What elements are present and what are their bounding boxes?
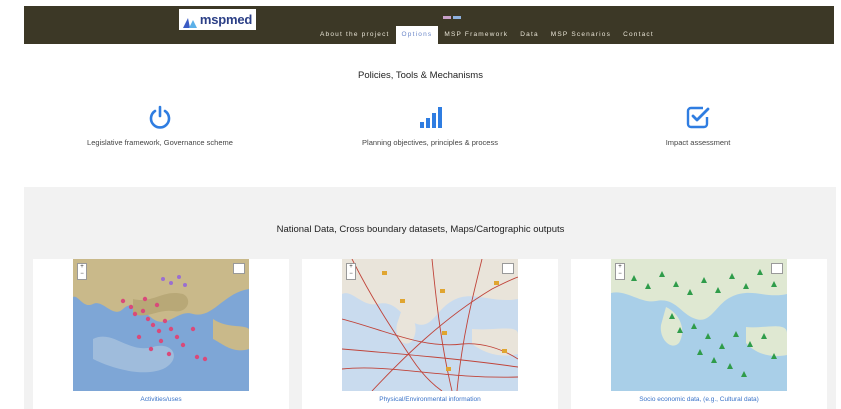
zoom-in-button[interactable]: + xyxy=(349,264,353,270)
tool-legislative[interactable]: Legislative framework, Governance scheme xyxy=(40,104,280,147)
nav-about[interactable]: About the project xyxy=(314,28,396,44)
zoom-out-button[interactable]: − xyxy=(618,271,622,277)
tool-impact-label: Impact assessment xyxy=(665,138,731,147)
layers-icon[interactable] xyxy=(233,263,245,274)
site-header: mspmed About the project Options MSP Fra… xyxy=(24,6,834,44)
layers-icon[interactable] xyxy=(771,263,783,274)
activities-map[interactable]: + − xyxy=(73,259,249,391)
tool-planning-label: Planning objectives, principles & proces… xyxy=(362,138,498,147)
zoom-out-button[interactable]: − xyxy=(80,271,84,277)
logo-mark-icon xyxy=(182,15,197,28)
card-activities[interactable]: + − Activities/uses xyxy=(33,259,289,409)
tool-planning[interactable]: Planning objectives, principles & proces… xyxy=(310,104,550,147)
layers-icon[interactable] xyxy=(502,263,514,274)
nav-msp-scenarios[interactable]: MSP Scenarios xyxy=(545,28,617,44)
nav-contact[interactable]: Contact xyxy=(617,28,660,44)
tool-impact[interactable]: Impact assessment xyxy=(578,104,818,147)
data-section-title: National Data, Cross boundary datasets, … xyxy=(276,224,565,235)
check-square-icon xyxy=(685,104,711,130)
policies-title: Policies, Tools & Mechanisms xyxy=(358,70,483,81)
card-environmental[interactable]: + − Physical/Environmental information xyxy=(302,259,558,409)
nav-data[interactable]: Data xyxy=(514,28,545,44)
cultural-map[interactable]: + − xyxy=(611,259,787,391)
nav-options[interactable]: Options xyxy=(395,26,439,44)
zoom-control[interactable]: + − xyxy=(77,263,87,280)
power-icon xyxy=(147,104,173,130)
language-flags-icon[interactable] xyxy=(443,6,461,19)
zoom-in-button[interactable]: + xyxy=(618,264,622,270)
tool-legislative-label: Legislative framework, Governance scheme xyxy=(87,138,233,147)
zoom-control[interactable]: + − xyxy=(346,263,356,280)
zoom-in-button[interactable]: + xyxy=(80,264,84,270)
main-nav: About the project Options MSP Framework … xyxy=(314,24,660,44)
bar-chart-icon xyxy=(417,104,443,130)
zoom-out-button[interactable]: − xyxy=(349,271,353,277)
site-logo[interactable]: mspmed xyxy=(179,9,256,30)
card-caption[interactable]: Physical/Environmental information xyxy=(302,396,558,403)
card-cultural[interactable]: + − Socio economic data, (e.g., Cultural … xyxy=(571,259,827,409)
zoom-control[interactable]: + − xyxy=(615,263,625,280)
nav-msp-framework[interactable]: MSP Framework xyxy=(438,28,514,44)
card-caption[interactable]: Socio economic data, (e.g., Cultural dat… xyxy=(571,396,827,403)
environmental-map[interactable]: + − xyxy=(342,259,518,391)
card-caption[interactable]: Activities/uses xyxy=(33,396,289,403)
logo-text: mspmed xyxy=(199,12,253,27)
